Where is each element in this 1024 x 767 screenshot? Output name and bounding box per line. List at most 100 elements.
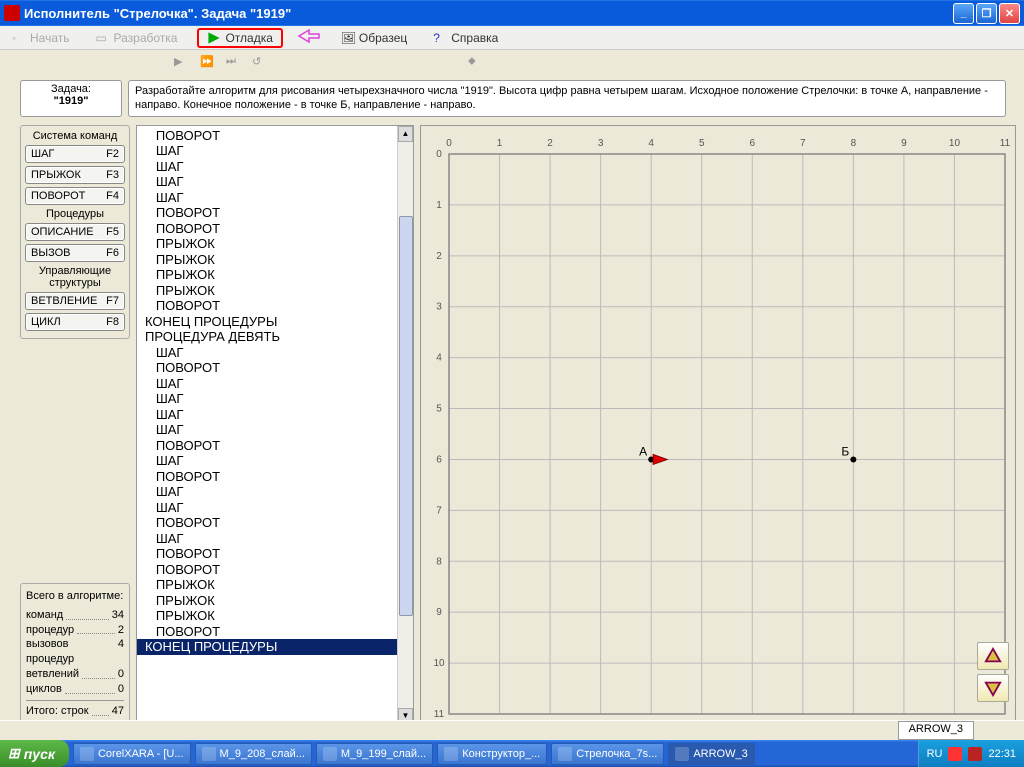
status-text: ARROW_3 <box>898 721 974 740</box>
step-button[interactable]: ШАГF2 <box>25 145 125 163</box>
code-line[interactable]: ПРОЦЕДУРА ДЕВЯТЬ <box>137 329 413 345</box>
code-line[interactable]: ШАГ <box>137 422 413 438</box>
code-line[interactable]: ШАГ <box>137 345 413 361</box>
code-line[interactable]: ПРЫЖОК <box>137 283 413 299</box>
svg-text:0: 0 <box>446 138 452 149</box>
jump-button[interactable]: ПРЫЖОКF3 <box>25 166 125 184</box>
code-line[interactable]: ПОВОРОТ <box>137 205 413 221</box>
scroll-up-icon[interactable]: ▲ <box>398 126 413 142</box>
taskbar-item[interactable]: M_9_208_слай... <box>195 743 312 765</box>
code-line[interactable]: ПРЫЖОК <box>137 236 413 252</box>
menu-debug[interactable]: Отладка <box>197 28 282 48</box>
menu-help[interactable]: ? Справка <box>427 29 504 47</box>
windows-logo-icon: ⊞ <box>8 745 20 762</box>
svg-text:Б: Б <box>841 444 849 458</box>
taskbar-item[interactable]: Конструктор_... <box>437 743 547 765</box>
drawing-grid[interactable]: 0123456789101101234567891011АБ <box>420 125 1016 725</box>
code-line[interactable]: ПОВОРОТ <box>137 546 413 562</box>
code-line[interactable]: ШАГ <box>137 500 413 516</box>
svg-text:1: 1 <box>436 200 442 211</box>
taskbar-item[interactable]: CorelXARA - [U... <box>73 743 191 765</box>
svg-text:6: 6 <box>749 138 755 149</box>
svg-text:8: 8 <box>851 138 857 149</box>
menu-start[interactable]: ◦ Начать <box>6 29 76 47</box>
code-line[interactable]: ПОВОРОТ <box>137 438 413 454</box>
branch-button[interactable]: ВЕТВЛЕНИЕF7 <box>25 292 125 310</box>
svg-text:3: 3 <box>436 301 442 312</box>
code-line[interactable]: ПРЫЖОК <box>137 267 413 283</box>
code-line[interactable]: ШАГ <box>137 484 413 500</box>
system-tray[interactable]: RU 22:31 <box>918 740 1024 767</box>
call-button[interactable]: ВЫЗОВF6 <box>25 244 125 262</box>
menu-sample[interactable]: 🖼 Образец <box>335 29 413 47</box>
code-line[interactable]: ПОВОРОТ <box>137 469 413 485</box>
svg-text:11: 11 <box>434 709 445 720</box>
scrollbar[interactable]: ▲ ▼ <box>397 126 413 724</box>
language-indicator[interactable]: RU <box>927 748 943 760</box>
code-line[interactable]: КОНЕЦ ПРОЦЕДУРЫ <box>137 639 413 655</box>
app-icon <box>4 5 20 21</box>
code-line[interactable]: ШАГ <box>137 407 413 423</box>
minimize-button[interactable]: _ <box>953 3 974 24</box>
taskbar: ⊞ пуск CorelXARA - [U...M_9_208_слай...M… <box>0 740 1024 767</box>
taskbar-item[interactable]: M_9_199_слай... <box>316 743 433 765</box>
svg-text:6: 6 <box>436 454 442 465</box>
code-line[interactable]: ПОВОРОТ <box>137 624 413 640</box>
description-button[interactable]: ОПИСАНИЕF5 <box>25 223 125 241</box>
step-icon[interactable]: ⏭ <box>226 55 242 71</box>
taskbar-item[interactable]: Стрелочка_7s... <box>551 743 664 765</box>
task-label-box: Задача: "1919" <box>20 80 122 117</box>
arrow-annotation-icon <box>297 28 321 47</box>
menu-develop-label: Разработка <box>114 31 178 45</box>
close-button[interactable]: ✕ <box>999 3 1020 24</box>
code-line[interactable]: ШАГ <box>137 190 413 206</box>
code-list[interactable]: ПОВОРОТ ШАГ ШАГ ШАГ ШАГ ПОВОРОТ ПОВОРОТ … <box>137 126 413 657</box>
window-title: Исполнитель "Стрелочка". Задача "1919" <box>24 6 953 21</box>
menu-start-label: Начать <box>30 31 70 45</box>
code-line[interactable]: ПРЫЖОК <box>137 608 413 624</box>
svg-text:5: 5 <box>436 403 442 414</box>
code-line[interactable]: ПРЫЖОК <box>137 593 413 609</box>
code-line[interactable]: ШАГ <box>137 174 413 190</box>
svg-text:0: 0 <box>436 149 442 160</box>
svg-text:4: 4 <box>436 352 442 363</box>
svg-text:1: 1 <box>497 138 503 149</box>
code-line[interactable]: ШАГ <box>137 391 413 407</box>
code-line[interactable]: ПОВОРОТ <box>137 360 413 376</box>
code-line[interactable]: ПОВОРОТ <box>137 515 413 531</box>
code-line[interactable]: ПОВОРОТ <box>137 128 413 144</box>
procedures-title: Процедуры <box>25 208 125 220</box>
tray-icon[interactable] <box>968 747 982 761</box>
code-line[interactable]: КОНЕЦ ПРОЦЕДУРЫ <box>137 314 413 330</box>
code-line[interactable]: ШАГ <box>137 143 413 159</box>
code-line[interactable]: ШАГ <box>137 376 413 392</box>
grid-down-button[interactable] <box>977 674 1009 702</box>
scroll-thumb[interactable] <box>399 216 413 616</box>
menu-develop[interactable]: ▭ Разработка <box>90 29 184 47</box>
code-line[interactable]: ПРЫЖОК <box>137 577 413 593</box>
picture-icon: 🖼 <box>341 31 355 45</box>
code-line[interactable]: ШАГ <box>137 453 413 469</box>
loop-button[interactable]: ЦИКЛF8 <box>25 313 125 331</box>
code-line[interactable]: ПРЫЖОК <box>137 252 413 268</box>
marker-icon[interactable]: ⬥ <box>468 55 484 71</box>
menubar: ◦ Начать ▭ Разработка Отладка 🖼 Образец … <box>0 26 1024 50</box>
commands-panel: Система команд ШАГF2 ПРЫЖОКF3 ПОВОРОТF4 … <box>20 125 130 339</box>
turn-button[interactable]: ПОВОРОТF4 <box>25 187 125 205</box>
fast-forward-icon[interactable]: ⏩ <box>200 55 216 71</box>
svg-text:А: А <box>639 444 647 458</box>
code-line[interactable]: ШАГ <box>137 159 413 175</box>
taskbar-item[interactable]: ARROW_3 <box>668 743 754 765</box>
code-line[interactable]: ПОВОРОТ <box>137 221 413 237</box>
code-line[interactable]: ШАГ <box>137 531 413 547</box>
debug-toolbar: ▶ ⏩ ⏭ ↺ ⬥ <box>0 50 1024 76</box>
start-button[interactable]: ⊞ пуск <box>0 740 69 767</box>
play-icon[interactable]: ▶ <box>174 55 190 71</box>
code-line[interactable]: ПОВОРОТ <box>137 298 413 314</box>
tray-icon[interactable] <box>948 747 962 761</box>
statusbar: ARROW_3 <box>0 720 1024 740</box>
grid-up-button[interactable] <box>977 642 1009 670</box>
code-line[interactable]: ПОВОРОТ <box>137 562 413 578</box>
maximize-button[interactable]: ❐ <box>976 3 997 24</box>
reset-icon[interactable]: ↺ <box>252 55 268 71</box>
